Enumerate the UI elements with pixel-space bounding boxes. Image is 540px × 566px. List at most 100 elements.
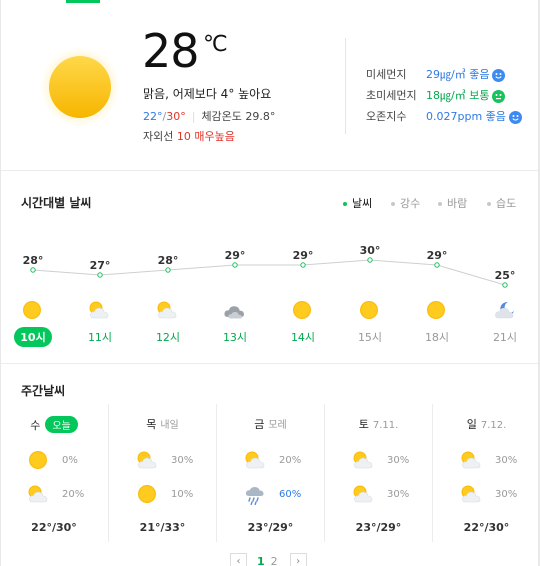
hourly-time: 12시 [155,331,181,344]
page-2-button[interactable]: 2 [271,555,278,566]
air-label: 초미세먼지 [366,89,417,102]
uv-label: 자외선 [143,130,174,143]
legend-dot [391,202,395,206]
tab-humidity[interactable]: 습도 [487,195,516,211]
weekly-day[interactable]: 일 7.12. 30% 30% 22°/30° [432,404,540,542]
neutral-face-icon [492,89,506,103]
vertical-divider [345,38,346,134]
weekly-day[interactable]: 목 내일 30% 10% 21°/33° [108,404,216,542]
air-row-ozone[interactable]: 오존지수 0.027ppm 좋음 [366,108,522,124]
current-sun-icon [40,47,120,127]
air-row-pm10[interactable]: 미세먼지 29㎍/㎥ 좋음 [366,66,506,82]
pm-precip: 30% [387,489,410,500]
hourly-point [97,272,103,278]
legend-dot [343,202,347,206]
tab-wind[interactable]: 바람 [438,195,467,211]
day-temp-range: 21°/33° [139,521,186,534]
air-label: 미세먼지 [366,68,407,81]
day-temp-range: 22°/30° [31,521,77,534]
sun-icon [291,299,315,323]
air-value: 29㎍/㎥ 좋음 [426,68,490,81]
hourly-point [30,267,36,273]
hourly-title: 시간대별 날씨 [21,196,92,210]
hourly-point [434,262,440,268]
hourly-time: 13시 [222,331,248,344]
sun-cloud-icon [88,299,112,323]
air-row-pm25[interactable]: 초미세먼지 18㎍/㎥ 보통 [366,87,506,103]
sun-icon [358,299,382,323]
temperature-unit: ℃ [203,32,228,57]
weekly-day[interactable]: 금 모레 20% 60% 23°/29° [216,404,324,542]
uv-row: 자외선 10 매우높음 [143,128,235,144]
sun-cloud-icon [352,449,374,471]
uv-value: 10 매우높음 [176,130,235,143]
sun-cloud-icon [460,483,482,505]
am-precip: 30% [495,455,518,466]
day-name: 일 [466,418,477,431]
rain-cloud-icon [244,483,266,506]
hourly-temp: 27° [89,259,111,272]
smile-face-icon [508,110,522,124]
day-temp-range: 23°/29° [247,521,294,534]
hourly-point [502,282,508,288]
tab-weather[interactable]: 날씨 [343,195,372,211]
weekly-day[interactable]: 토 7.11. 30% 30% 23°/29° [324,404,432,542]
weekly-title: 주간날씨 [21,384,66,398]
prev-page-button[interactable]: ‹ [230,552,247,566]
current-hour-badge: 10시 [14,327,52,347]
hourly-temp: 29° [426,249,448,262]
air-value: 0.027ppm 좋음 [426,110,506,123]
pm-precip: 10% [171,489,194,500]
day-name: 토 [358,418,369,431]
hourly-time: 21시 [492,331,518,344]
hourly-temp: 29° [292,249,314,262]
am-precip: 30% [171,455,194,466]
pm-precip: 60% [279,489,302,500]
hourly-point [165,267,171,273]
sun-cloud-icon [244,449,266,471]
pagination: ‹ 1 2 › [230,552,307,566]
page-1-button[interactable]: 1 [257,555,265,566]
day-header: 금 모레 [217,416,324,432]
weekly-day[interactable]: 수 오늘 0% 20% 22°/30° [0,404,108,542]
smile-face-icon [492,68,506,82]
sun-cloud-icon [460,449,482,471]
hourly-temp: 25° [494,269,516,282]
day-temp-range: 23°/29° [355,521,402,534]
hourly-temp: 30° [359,244,381,257]
hourly-temperature-line [30,257,508,288]
sun-cloud-icon [27,483,49,505]
next-page-button[interactable]: › [289,552,307,566]
today-badge: 오늘 [45,416,78,433]
sun-icon [136,483,158,505]
pm-precip: 20% [62,489,85,500]
hourly-temp: 28° [22,254,44,267]
cloud-icon [223,299,247,323]
day-header: 일 7.12. [433,416,540,432]
sun-cloud-icon [352,483,374,505]
day-sub: 내일 [160,420,179,431]
weather-summary: 맑음, 어제보다 4° 높아요 [143,87,272,101]
sun-cloud-icon [136,449,158,471]
day-name: 목 [146,418,157,431]
day-sub: 모레 [268,420,287,431]
day-sub: 7.11. [372,420,399,431]
feels-like-value: 29.8° [245,110,276,123]
current-temperature: 28 [142,24,200,78]
tab-precipitation[interactable]: 강수 [391,195,420,211]
day-header: 토 7.11. [325,416,432,432]
day-header: 목 내일 [109,416,216,432]
sun-cloud-icon [156,299,180,323]
day-name: 수 [30,419,41,432]
pm-precip: 30% [495,489,518,500]
section-divider [1,363,538,364]
hourly-time: 18시 [424,331,450,344]
high-temp: 30° [166,110,186,123]
am-precip: 20% [279,455,302,466]
day-temp-range: 22°/30° [463,521,510,534]
moon-cloud-icon [493,299,517,323]
day-sub: 7.12. [480,420,507,431]
sun-icon [425,299,449,323]
hourly-point [300,262,306,268]
legend-dot [438,202,442,206]
